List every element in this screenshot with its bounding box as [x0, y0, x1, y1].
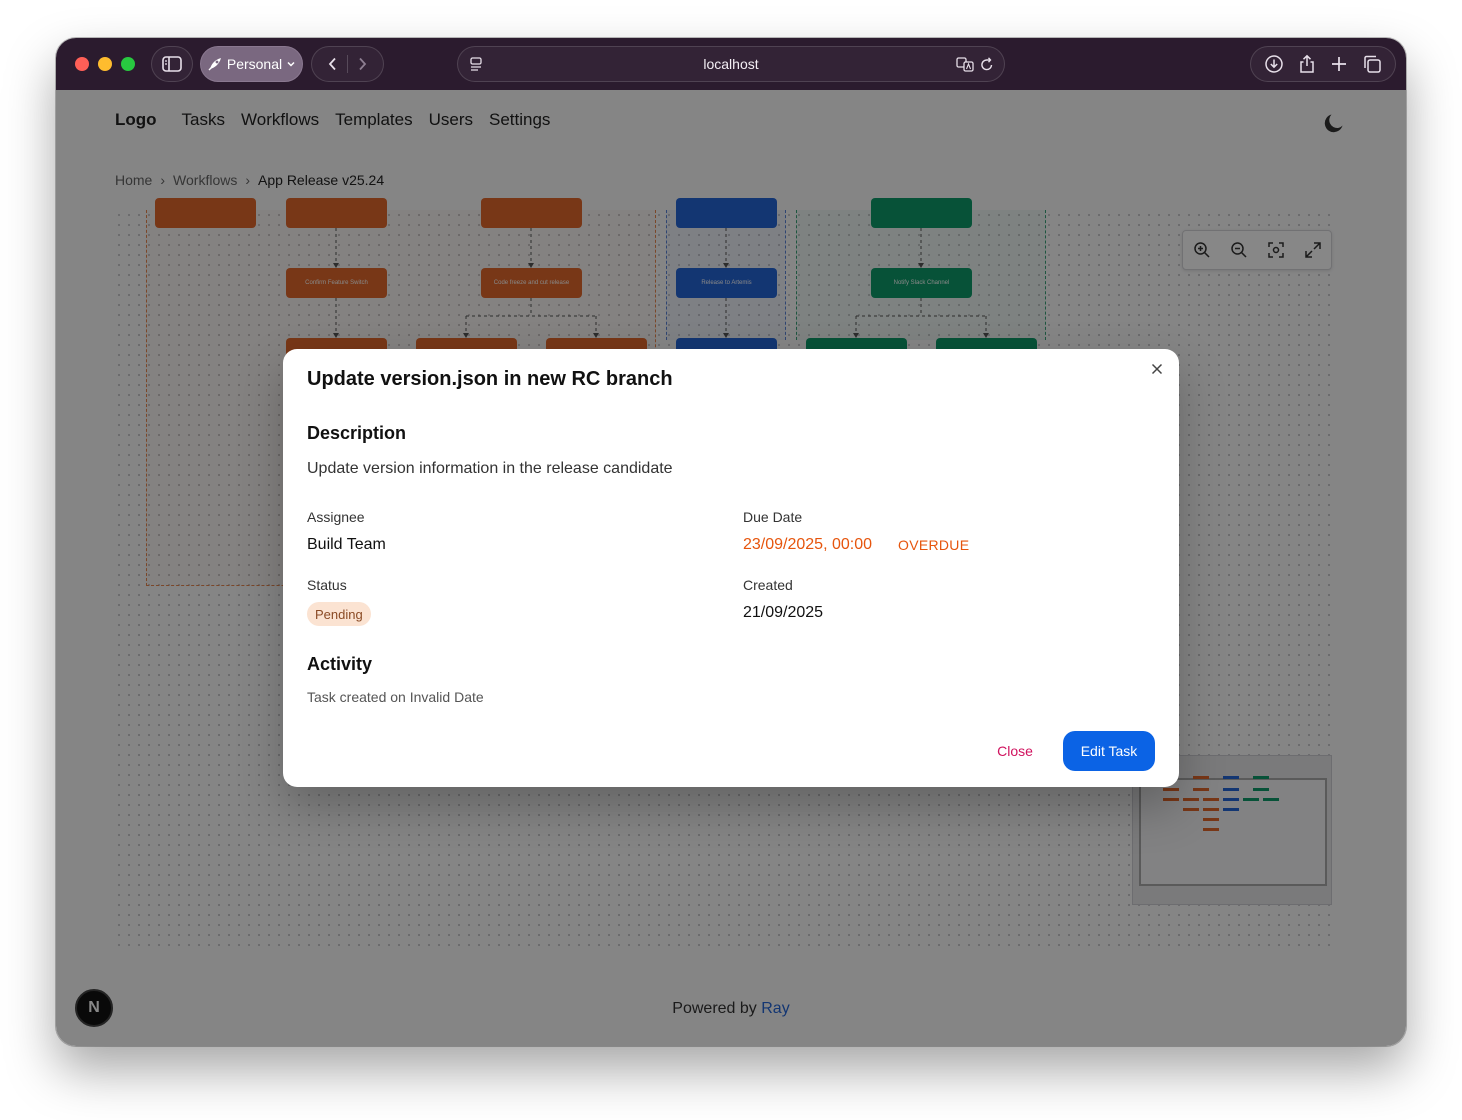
- browser-actions: [1250, 46, 1396, 82]
- translate-icon[interactable]: [956, 56, 974, 72]
- chevron-down-icon: [287, 61, 295, 67]
- page-menu-icon[interactable]: [468, 56, 484, 77]
- description-heading: Description: [307, 423, 407, 443]
- profile-switcher[interactable]: Personal: [200, 46, 303, 82]
- activity-item: Task created on Invalid Date: [307, 689, 484, 705]
- activity-heading: Activity: [307, 654, 373, 674]
- browser-window: Personal localhost Logo Tasks Workflows …: [56, 38, 1406, 1046]
- back-icon[interactable]: [327, 57, 339, 71]
- nav-divider: [347, 55, 348, 73]
- created-label: Created: [743, 577, 793, 593]
- rocket-icon: [208, 58, 221, 71]
- assignee-value: Build Team: [307, 536, 386, 553]
- status-badge: Pending: [307, 602, 371, 626]
- share-icon[interactable]: [1298, 54, 1316, 74]
- url-text: localhost: [703, 56, 759, 72]
- close-icon[interactable]: [1149, 361, 1165, 377]
- close-window-button[interactable]: [75, 57, 89, 71]
- maximize-window-button[interactable]: [121, 57, 135, 71]
- forward-icon[interactable]: [356, 57, 368, 71]
- due-date-label: Due Date: [743, 509, 803, 525]
- profile-label: Personal: [226, 56, 283, 72]
- reload-icon[interactable]: [980, 56, 994, 72]
- history-nav: [311, 46, 384, 82]
- sidebar-toggle-button[interactable]: [151, 46, 193, 82]
- status-label: Status: [307, 577, 347, 593]
- edit-task-button[interactable]: Edit Task: [1063, 731, 1155, 771]
- overdue-badge: OVERDUE: [898, 537, 970, 553]
- assignee-label: Assignee: [307, 509, 365, 525]
- address-bar[interactable]: localhost: [457, 46, 1005, 82]
- due-date-value: 23/09/2025, 00:00: [743, 536, 873, 553]
- address-bar-actions: [956, 56, 994, 72]
- created-value: 21/09/2025: [743, 604, 824, 621]
- task-details-modal: Update version.json in new RC branch Des…: [283, 349, 1179, 787]
- new-tab-icon[interactable]: [1330, 55, 1348, 73]
- download-icon[interactable]: [1264, 54, 1284, 74]
- close-button[interactable]: Close: [987, 731, 1043, 771]
- sidebar-icon: [162, 56, 182, 72]
- modal-title: Update version.json in new RC branch: [307, 368, 673, 390]
- description-text: Update version information in the releas…: [307, 460, 673, 477]
- minimize-window-button[interactable]: [98, 57, 112, 71]
- tabs-overview-icon[interactable]: [1362, 54, 1382, 74]
- browser-toolbar: Personal localhost: [56, 38, 1406, 90]
